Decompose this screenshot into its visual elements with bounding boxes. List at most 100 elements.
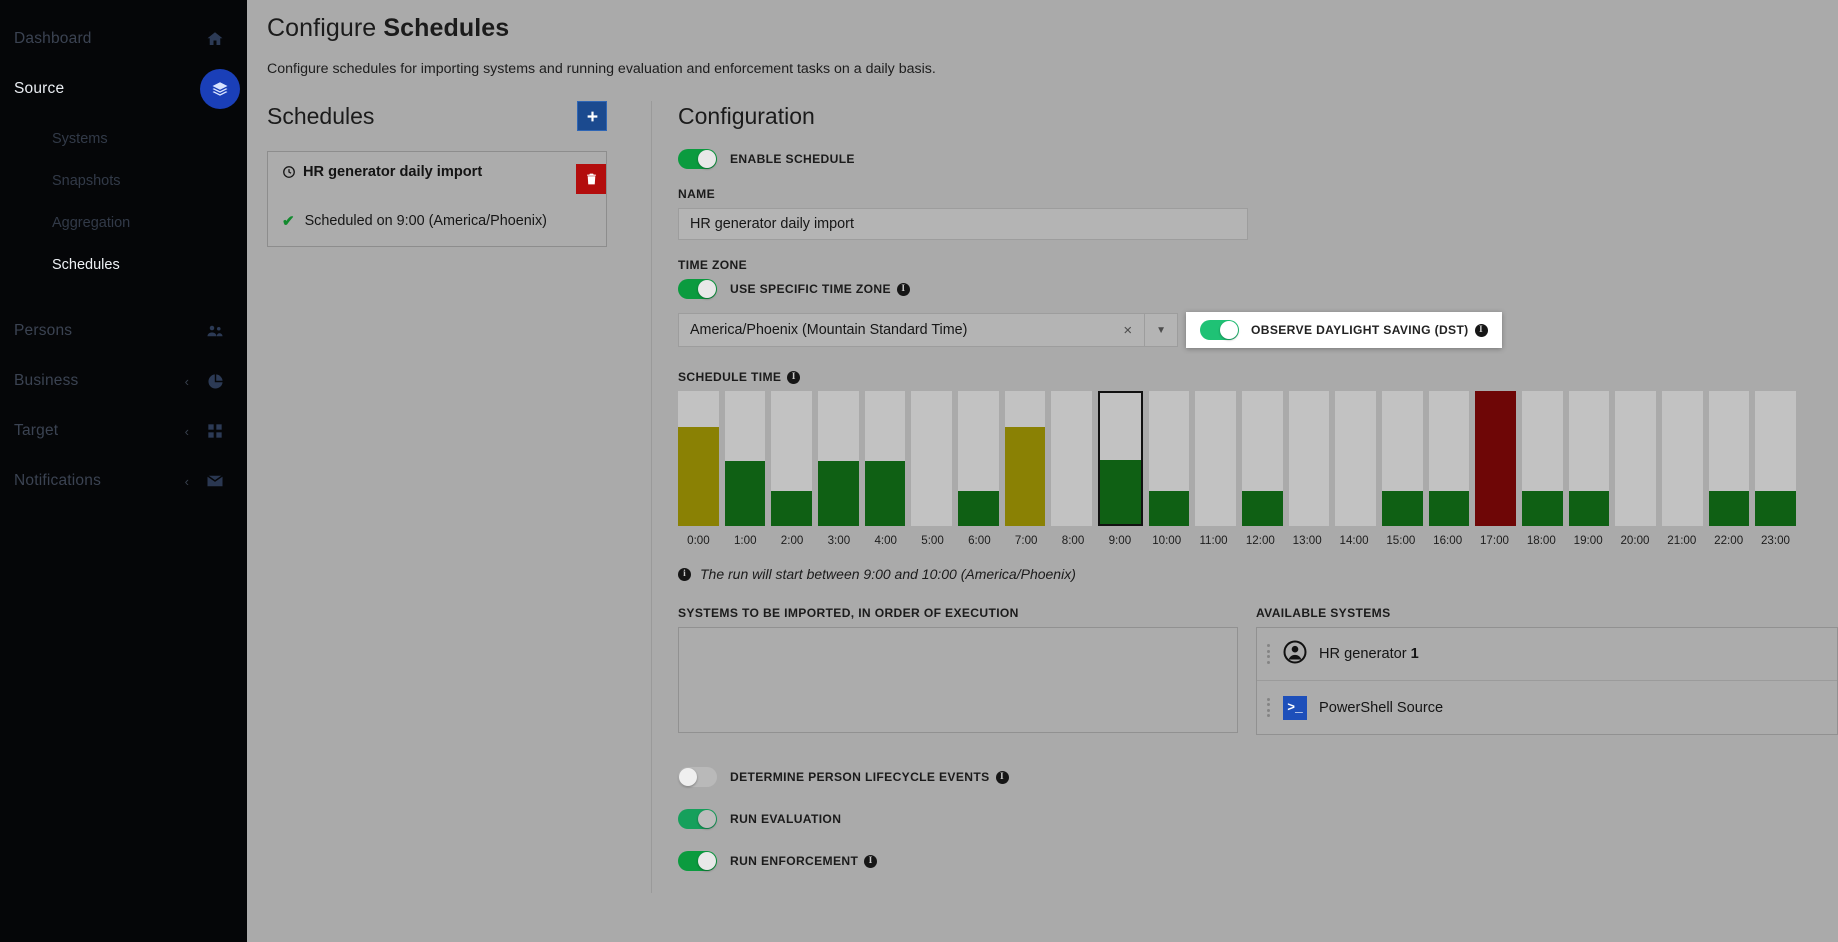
use-specific-timezone-toggle[interactable]: [678, 279, 717, 299]
check-icon: ✔: [282, 213, 295, 230]
sidebar-item-schedules[interactable]: Schedules: [0, 244, 247, 286]
info-icon[interactable]: i: [896, 282, 910, 296]
determine-lifecycle-events-row: Determine person lifecycle events i: [678, 767, 1838, 787]
schedules-header: Schedules: [267, 101, 629, 131]
sidebar-item-source[interactable]: Source ▾: [0, 64, 247, 114]
schedule-hour-bar-5-00[interactable]: [911, 391, 953, 526]
available-systems-list: HR generator 1 >_ PowerShell Source: [1256, 627, 1838, 735]
schedule-hour-bar-12-00[interactable]: [1242, 391, 1283, 526]
clear-icon[interactable]: ×: [1123, 322, 1132, 339]
sidebar-item-target[interactable]: Target ‹: [0, 406, 247, 456]
timezone-section-label: Time zone: [678, 258, 747, 272]
run-evaluation-toggle[interactable]: [678, 809, 717, 829]
toggle-knob: [698, 280, 716, 298]
dst-card: Observe daylight saving (DST) i: [1186, 312, 1502, 348]
bar-fill: [1148, 490, 1190, 526]
axis-tick-label: 0:00: [687, 534, 710, 547]
schedule-hour-bar-16-00[interactable]: [1428, 391, 1470, 526]
schedule-hour-bar-8-00[interactable]: [1051, 391, 1093, 526]
sidebar-item-dashboard[interactable]: Dashboard: [0, 14, 247, 64]
schedule-hour-bar-15-00[interactable]: [1382, 391, 1423, 526]
sidebar: Dashboard Source ▾ Systems Snapshots Agg…: [0, 0, 247, 942]
bar-fill: [1382, 490, 1423, 526]
schedule-hour-bar-3-00[interactable]: [818, 391, 859, 526]
schedule-hour-bar-9-00[interactable]: [1098, 391, 1143, 526]
drag-handle-icon[interactable]: [1267, 644, 1271, 664]
schedule-hour-bar-20-00[interactable]: [1615, 391, 1657, 526]
info-icon[interactable]: i: [995, 770, 1009, 784]
bar-fill: [771, 490, 813, 526]
schedule-hour-bar-23-00[interactable]: [1755, 391, 1797, 526]
schedule-hour-bar-17-00[interactable]: [1475, 391, 1517, 526]
axis-tick-label: 22:00: [1714, 534, 1744, 547]
systems-section: Systems to be imported, in order of exec…: [678, 606, 1838, 735]
bar-fill: [958, 490, 999, 526]
system-name: PowerShell Source: [1319, 699, 1444, 716]
sidebar-subitem-label: Schedules: [52, 257, 120, 273]
envelope-icon: [205, 471, 225, 491]
info-icon[interactable]: i: [787, 370, 801, 384]
axis-tick-label: 19:00: [1573, 534, 1603, 547]
sidebar-item-business[interactable]: Business ‹: [0, 356, 247, 406]
drag-handle-icon[interactable]: [1267, 697, 1271, 718]
determine-lifecycle-events-label: Determine person lifecycle events i: [730, 770, 1009, 784]
schedule-hour-bar-18-00[interactable]: [1522, 391, 1563, 526]
axis-tick-label: 13:00: [1292, 534, 1322, 547]
axis-tick-label: 20:00: [1620, 534, 1650, 547]
powershell-icon: >_: [1283, 695, 1307, 720]
chevron-down-icon[interactable]: ▼: [1144, 314, 1166, 346]
sidebar-item-notifications[interactable]: Notifications ‹: [0, 456, 247, 506]
schedule-hour-bar-11-00[interactable]: [1195, 391, 1237, 526]
schedule-hour-bar-0-00[interactable]: [678, 391, 719, 526]
schedule-hour-bar-6-00[interactable]: [958, 391, 999, 526]
enable-schedule-toggle[interactable]: [678, 149, 717, 169]
sidebar-item-systems[interactable]: Systems: [0, 118, 247, 160]
schedule-card-status-row: ✔ Scheduled on 9:00 (America/Phoenix): [268, 194, 606, 246]
run-enforcement-label: Run enforcement i: [730, 854, 878, 868]
timezone-row: America/Phoenix (Mountain Standard Time)…: [678, 312, 1838, 348]
toggle-knob: [698, 852, 716, 870]
list-item[interactable]: >_ PowerShell Source: [1257, 681, 1837, 734]
schedule-hour-bar-1-00[interactable]: [724, 391, 766, 526]
schedule-hour-bar-13-00[interactable]: [1288, 391, 1330, 526]
sidebar-item-persons[interactable]: Persons: [0, 306, 247, 356]
axis-tick-label: 3:00: [827, 534, 851, 547]
add-schedule-button[interactable]: [577, 101, 607, 131]
observe-dst-toggle[interactable]: [1200, 320, 1239, 340]
sidebar-item-snapshots[interactable]: Snapshots: [0, 160, 247, 202]
timezone-select[interactable]: America/Phoenix (Mountain Standard Time)…: [678, 313, 1178, 347]
layers-icon: [200, 69, 240, 109]
info-icon[interactable]: i: [864, 854, 878, 868]
schedule-time-bars[interactable]: [678, 391, 1797, 526]
schedule-hour-bar-4-00[interactable]: [864, 391, 906, 526]
schedule-hour-bar-7-00[interactable]: [1004, 391, 1046, 526]
configuration-panel: Configuration Enable schedule Name HR ge…: [652, 101, 1838, 893]
name-input[interactable]: HR generator daily import: [678, 208, 1248, 240]
schedule-card[interactable]: HR generator daily import ✔ Scheduled on…: [267, 151, 607, 247]
delete-schedule-button[interactable]: [576, 164, 606, 194]
sidebar-item-label: Business: [14, 372, 79, 389]
run-enforcement-toggle[interactable]: [678, 851, 717, 871]
run-enforcement-text: Run enforcement: [730, 854, 859, 868]
system-name: HR generator 1: [1319, 646, 1419, 662]
schedule-card-title-wrap: HR generator daily import: [282, 164, 482, 180]
determine-lifecycle-events-toggle[interactable]: [678, 767, 717, 787]
schedules-panel: Schedules HR generator daily import ✔ Sc…: [267, 101, 652, 893]
bar-fill: [818, 461, 859, 526]
schedule-hour-bar-21-00[interactable]: [1662, 391, 1703, 526]
bar-fill: [1004, 427, 1046, 526]
schedule-hour-bar-2-00[interactable]: [771, 391, 813, 526]
sidebar-item-aggregation[interactable]: Aggregation: [0, 202, 247, 244]
list-item[interactable]: HR generator 1: [1257, 628, 1837, 681]
info-icon[interactable]: i: [1474, 323, 1488, 337]
schedule-hour-bar-14-00[interactable]: [1335, 391, 1377, 526]
schedule-hour-bar-19-00[interactable]: [1568, 391, 1610, 526]
schedule-time-text: Schedule time: [678, 370, 782, 384]
schedule-hour-bar-22-00[interactable]: [1708, 391, 1750, 526]
configuration-heading: Configuration: [678, 103, 815, 129]
toggle-knob: [1220, 321, 1238, 339]
page-title-strong: Schedules: [383, 14, 510, 42]
schedule-time-hint: i The run will start between 9:00 and 10…: [678, 566, 1838, 582]
schedule-hour-bar-10-00[interactable]: [1148, 391, 1190, 526]
systems-to-import-dropzone[interactable]: [678, 627, 1238, 733]
